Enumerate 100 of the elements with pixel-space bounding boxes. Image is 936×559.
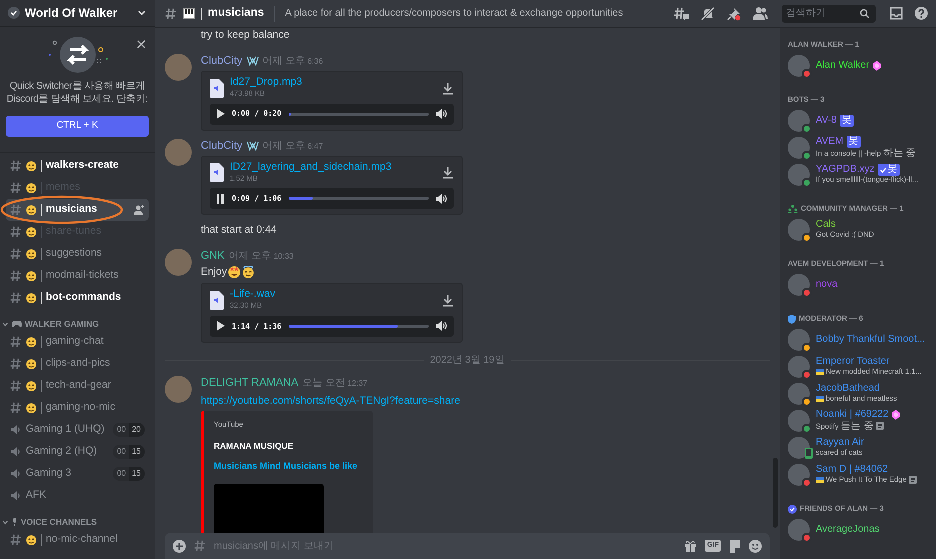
member-name[interactable]: AverageJonas (816, 524, 880, 536)
pause-icon[interactable] (216, 194, 225, 204)
threads-icon[interactable] (674, 6, 689, 20)
user-limit: 15 (129, 467, 145, 481)
embed-title[interactable]: Musicians Mind Musicians be like (214, 460, 363, 474)
username[interactable]: ClubCity (201, 138, 243, 154)
channel-item[interactable]: tech-and-gear (6, 375, 149, 397)
channel-topic: A place for all the producers/composers to interact & exchange opportunities (285, 7, 624, 21)
search-icon[interactable] (860, 8, 870, 18)
audio-file-icon (210, 163, 224, 182)
avatar[interactable] (788, 328, 810, 350)
avatar[interactable] (788, 436, 810, 458)
progress-track[interactable] (288, 324, 429, 328)
avatar[interactable] (788, 274, 810, 296)
avatar[interactable] (788, 356, 810, 378)
member-name[interactable]: YAGPDB.xyz (816, 164, 875, 176)
chevron-down-icon[interactable] (137, 8, 147, 18)
avatar[interactable] (788, 382, 810, 404)
file-link[interactable]: Id27_Drop.mp3 (230, 76, 436, 88)
username[interactable]: GNK (201, 248, 225, 265)
channel-item[interactable]: no-mic-channel (6, 529, 149, 551)
member-name[interactable]: AV-8 (816, 114, 837, 126)
username[interactable]: ClubCity (201, 53, 243, 70)
channel-item[interactable]: AFK (6, 485, 149, 507)
file-link[interactable]: -Life-.wav (230, 288, 436, 300)
hash-icon (10, 182, 22, 194)
username[interactable]: DELIGHT RAMANA (201, 374, 299, 392)
channel-item[interactable]: Gaming 1 (UHQ) 00 20 (6, 419, 149, 441)
gift-icon[interactable] (684, 540, 698, 552)
volume-icon[interactable] (436, 192, 448, 205)
avatar[interactable] (788, 164, 810, 186)
avatar[interactable] (788, 518, 810, 540)
channel-item[interactable]: clips-and-pics (6, 353, 149, 375)
verified-icon (8, 7, 20, 19)
pin-icon[interactable] (727, 6, 741, 20)
member-name[interactable]: JacobBathead (816, 383, 880, 395)
channel-item[interactable]: modmail-tickets (6, 265, 149, 287)
emoji-icon (26, 358, 37, 370)
audio-file-icon (210, 290, 224, 310)
search-input[interactable]: 검색하기 (786, 6, 860, 21)
hash-icon (10, 534, 22, 546)
download-icon[interactable] (442, 294, 454, 307)
close-icon[interactable] (137, 40, 146, 50)
avatar[interactable] (788, 464, 810, 486)
emoji-icon (228, 266, 242, 280)
member-name[interactable]: Cals (816, 219, 836, 231)
search-field[interactable]: 검색하기 (782, 4, 876, 22)
avatar[interactable] (788, 218, 810, 240)
emoji-picker-icon[interactable] (749, 540, 762, 552)
avatar[interactable] (788, 110, 810, 132)
sticker-icon[interactable] (729, 540, 741, 552)
mute-icon[interactable] (701, 6, 715, 20)
embed-author: RAMANA MUSIQUE (214, 440, 294, 452)
category-label[interactable]: WALKER GAMING (25, 318, 100, 330)
member-name[interactable]: AVEM (816, 136, 844, 148)
link[interactable]: https://youtube.com/shorts/feQyA-TENgI?feature=share (201, 394, 460, 407)
inbox-icon[interactable] (890, 7, 903, 20)
play-icon[interactable] (216, 109, 225, 120)
people-icon (788, 205, 798, 213)
members-icon[interactable] (753, 7, 768, 20)
channel-item[interactable]: Gaming 2 (HQ) 00 15 (6, 441, 149, 463)
add-member-icon[interactable] (134, 205, 145, 215)
add-icon[interactable] (173, 540, 186, 552)
file-link[interactable]: ID27_layering_and_sidechain.mp3 (230, 162, 436, 174)
member-name[interactable]: Rayyan Air (816, 437, 864, 449)
play-icon[interactable] (216, 321, 225, 332)
hash-icon (10, 358, 22, 370)
member-name[interactable]: nova (816, 278, 838, 290)
speaker-icon (10, 424, 22, 436)
volume-icon[interactable] (436, 108, 448, 120)
member-name[interactable]: Sam D | #84062 (816, 464, 888, 476)
bot-tag-label: 봇 (848, 136, 859, 147)
member-name[interactable]: Noanki | #69222 (816, 409, 889, 420)
emoji-icon (26, 336, 37, 348)
member-name[interactable]: Bobby Thankful Smoot... (816, 334, 926, 346)
member-name[interactable]: Alan Walker (816, 60, 870, 72)
progress-track[interactable] (288, 197, 429, 200)
server-name[interactable]: World Of Walker (25, 4, 132, 22)
channel-item[interactable]: bot-commands (6, 287, 149, 309)
channel-item[interactable]: suggestions (6, 243, 149, 265)
channel-item[interactable]: gaming-chat (6, 331, 149, 353)
channel-item[interactable]: gaming-no-mic (6, 397, 149, 419)
category-label[interactable]: VOICE CHANNELS (21, 516, 98, 528)
scrollbar-thumb[interactable] (773, 458, 778, 528)
channel-item[interactable]: walkers-create (6, 155, 149, 177)
chevron-icon[interactable] (2, 518, 9, 526)
avatar[interactable] (788, 54, 810, 76)
download-icon[interactable] (442, 166, 454, 180)
download-icon[interactable] (442, 82, 454, 95)
channel-item[interactable]: Gaming 3 00 15 (6, 463, 149, 485)
volume-icon[interactable] (436, 320, 448, 332)
chevron-icon[interactable] (2, 320, 9, 328)
hash-icon (10, 204, 22, 216)
progress-track[interactable] (288, 112, 429, 116)
help-icon[interactable] (915, 7, 928, 20)
shortcut-button[interactable]: CTRL + K (6, 116, 149, 137)
gamepad-icon (12, 320, 22, 328)
avatar[interactable] (788, 410, 810, 432)
avatar[interactable] (788, 136, 810, 158)
member-name[interactable]: Emperor Toaster (816, 356, 890, 368)
